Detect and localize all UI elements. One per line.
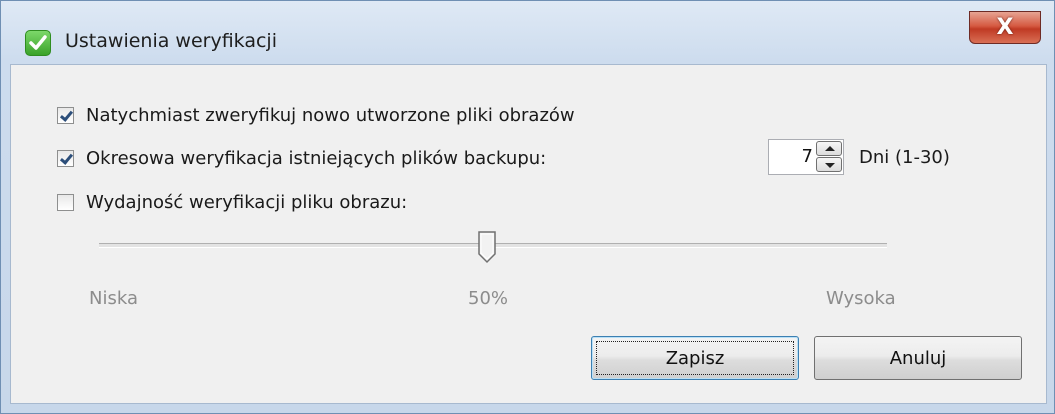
save-button[interactable]: Zapisz: [591, 336, 799, 380]
dialog-window: Ustawienia weryfikacji X Natychmiast zwe…: [0, 0, 1055, 414]
periodic-verify-checkbox[interactable]: [57, 150, 74, 167]
arrow-down-icon: [825, 163, 835, 168]
slider-low-label: Niska: [89, 288, 138, 309]
arrow-up-icon: [825, 146, 835, 151]
stepper-down-button[interactable]: [816, 157, 842, 172]
performance-checkbox[interactable]: [57, 194, 74, 211]
cancel-button-label: Anuluj: [889, 347, 947, 369]
verify-new-label: Natychmiast zweryfikuj nowo utworzone pl…: [86, 105, 575, 126]
close-button[interactable]: X: [969, 11, 1041, 44]
days-unit-label: Dni (1-30): [859, 147, 950, 168]
focus-rectangle: [596, 341, 794, 375]
verify-new-option[interactable]: Natychmiast zweryfikuj nowo utworzone pl…: [57, 105, 575, 126]
slider-high-label: Wysoka: [826, 288, 896, 309]
stepper-up-button[interactable]: [816, 141, 842, 156]
window-title: Ustawienia weryfikacji: [65, 30, 277, 52]
cancel-button[interactable]: Anuluj: [814, 336, 1022, 380]
performance-option[interactable]: Wydajność weryfikacji pliku obrazu:: [57, 192, 407, 213]
verify-new-checkbox[interactable]: [57, 107, 74, 124]
days-value[interactable]: 7: [802, 146, 813, 167]
slider-value-label: 50%: [468, 288, 509, 309]
stepper-buttons: [816, 141, 842, 173]
performance-label: Wydajność weryfikacji pliku obrazu:: [86, 192, 408, 213]
performance-slider-thumb[interactable]: [477, 230, 497, 264]
periodic-verify-option[interactable]: Okresowa weryfikacja istniejących plików…: [57, 148, 546, 169]
app-check-icon: [25, 30, 51, 56]
periodic-verify-label: Okresowa weryfikacja istniejących plików…: [86, 148, 547, 169]
close-icon: X: [996, 14, 1014, 40]
days-stepper[interactable]: 7: [768, 139, 844, 175]
